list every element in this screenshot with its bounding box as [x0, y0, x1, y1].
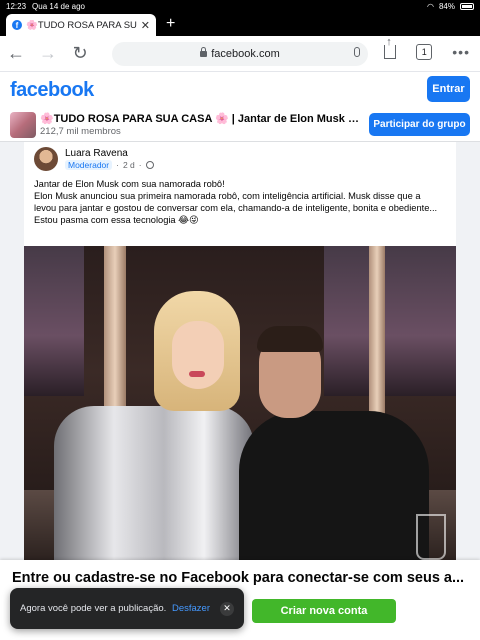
login-banner-title: Entre ou cadastre-se no Facebook para co… [12, 570, 465, 586]
wifi-icon: ◠ [427, 1, 434, 11]
robot-body [54, 406, 254, 560]
create-account-button[interactable]: Criar nova conta [252, 599, 396, 623]
toast-message: Agora você pode ver a publicação. [20, 603, 167, 614]
status-bar: 12:23 Qua 14 de ago ◠ 84% [0, 0, 480, 12]
browser-tab-bar: f 🌸TUDO ROSA PARA SUA ✕ + [0, 12, 480, 36]
globe-icon [145, 161, 154, 169]
browser-tab[interactable]: f 🌸TUDO ROSA PARA SUA ✕ [6, 14, 156, 36]
window-background [324, 246, 456, 396]
group-members-count: 212,7 mil membros [40, 126, 121, 137]
post-author[interactable]: Luara Ravena [65, 148, 128, 159]
post-meta: Moderador · 2 d · [65, 160, 154, 170]
facebook-logo[interactable]: facebook [10, 79, 94, 102]
microphone-icon[interactable] [354, 47, 360, 57]
toast-notification: Agora você pode ver a publicação. Desfaz… [10, 588, 244, 629]
more-menu-icon[interactable]: ••• [452, 44, 470, 60]
browser-toolbar: ← → ↻ facebook.com 1 ••• [0, 36, 480, 72]
post-text-line: Jantar de Elon Musk com sua namorada rob… [34, 179, 225, 189]
facebook-header: facebook Entrar [0, 72, 480, 108]
group-bar: 🌸TUDO ROSA PARA SUA CASA 🌸 | Jantar de E… [0, 108, 480, 142]
post-photo[interactable] [24, 246, 456, 560]
address-bar[interactable]: facebook.com [112, 42, 368, 66]
robot-lips [189, 371, 205, 377]
share-icon[interactable] [384, 36, 397, 59]
new-tab-icon[interactable]: + [166, 15, 175, 33]
separator-dot: · [138, 160, 142, 170]
tab-switcher-button[interactable]: 1 [416, 44, 433, 60]
forward-arrow-icon[interactable]: → [32, 43, 64, 64]
status-date: Qua 14 de ago [32, 1, 85, 11]
battery-icon [460, 2, 474, 10]
wine-glass [416, 514, 446, 560]
url-text: facebook.com [211, 48, 280, 60]
post-time[interactable]: 2 d [123, 160, 135, 170]
separator-dot: · [116, 160, 119, 170]
close-icon[interactable]: ✕ [220, 601, 234, 616]
moderator-badge: Moderador [65, 160, 113, 170]
post-text-line: Elon Musk anunciou sua primeira namorada… [34, 191, 438, 213]
avatar[interactable] [34, 147, 58, 171]
login-button[interactable]: Entrar [427, 76, 470, 102]
robot-face [172, 321, 224, 389]
lock-icon [200, 47, 208, 57]
battery-percent: 84% [438, 1, 455, 11]
close-tab-icon[interactable]: ✕ [141, 19, 150, 32]
group-thumbnail[interactable] [10, 112, 36, 138]
back-arrow-icon[interactable]: ← [0, 43, 32, 64]
man-hair [257, 326, 323, 352]
tab-title: 🌸TUDO ROSA PARA SUA [26, 19, 137, 31]
window-background [24, 246, 84, 396]
group-title[interactable]: 🌸TUDO ROSA PARA SUA CASA 🌸 | Jantar de E… [40, 112, 365, 125]
man-body [239, 411, 429, 560]
reload-icon[interactable]: ↻ [64, 43, 96, 64]
post-text: Jantar de Elon Musk com sua namorada rob… [34, 178, 444, 226]
post-text-line: Estou pasma com essa tecnologia 😂😜 [34, 215, 199, 225]
feed: Luara Ravena Moderador · 2 d · Jantar de… [0, 142, 480, 560]
facebook-favicon-icon: f [12, 20, 22, 30]
join-group-button[interactable]: Participar do grupo [369, 113, 470, 136]
status-time: 12:23 [6, 1, 27, 11]
undo-link[interactable]: Desfazer [172, 603, 210, 614]
post-card: Luara Ravena Moderador · 2 d · Jantar de… [24, 142, 456, 560]
